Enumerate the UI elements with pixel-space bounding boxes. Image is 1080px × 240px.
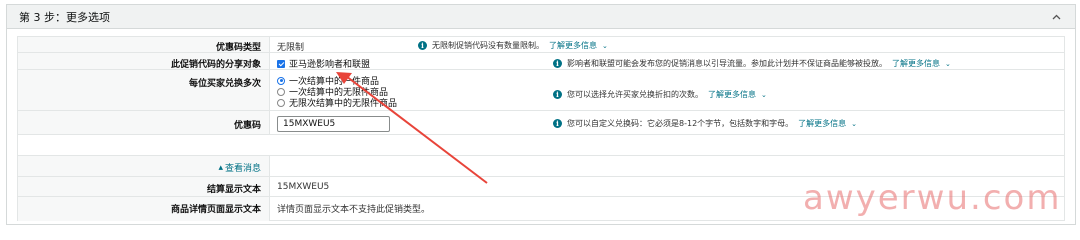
checkout-text-value: 15MXWEU5 bbox=[277, 182, 330, 192]
show-less-toggle[interactable]: ▴ 查看消息 bbox=[218, 161, 261, 175]
info-icon: i bbox=[553, 119, 562, 128]
watermark: awyerwu.com bbox=[803, 178, 1062, 218]
coupon-type-value: 无限制 bbox=[277, 43, 305, 53]
coupon-code-label: 优惠码 bbox=[233, 121, 261, 131]
radio-option-unlimited-checkouts[interactable]: 无限次结算中的无限件商品 bbox=[277, 96, 397, 109]
info-icon: i bbox=[418, 41, 427, 50]
show-less-row: ▴ 查看消息 bbox=[18, 156, 1064, 177]
checkout-text-label: 结算显示文本 bbox=[206, 185, 261, 195]
spacer-row bbox=[18, 135, 1064, 156]
share-target-help: i 影响者和联盟可能会发布您的促销消息以引导流量。参加此计划并不保证商品能够被投… bbox=[553, 58, 951, 69]
coupon-code-row: 优惠码 15MXWEU5 i 您可以自定义兑换码：它必须是8-12个字节，包括数… bbox=[18, 111, 1064, 135]
share-target-row: 此促销代码的分享对象 亚马逊影响者和联盟 i 影响者和联盟可能会发布您的促销消息… bbox=[18, 53, 1064, 70]
coupon-type-row: 优惠码类型 无限制 i 无限制促销代码没有数量限制。 了解更多信息 ⌄ bbox=[18, 37, 1064, 53]
learn-more-link[interactable]: 了解更多信息 bbox=[892, 58, 940, 69]
coupon-code-input[interactable]: 15MXWEU5 bbox=[277, 116, 390, 132]
show-less-label[interactable]: 查看消息 bbox=[225, 161, 261, 174]
influencer-checkbox-label[interactable]: 亚马逊影响者和联盟 bbox=[289, 57, 370, 70]
checkbox-checked-icon[interactable] bbox=[277, 59, 285, 68]
redeem-limit-label: 每位买家兑换多次 bbox=[188, 79, 261, 89]
radio-unselected-icon[interactable] bbox=[277, 98, 285, 107]
learn-more-link[interactable]: 了解更多信息 bbox=[798, 118, 846, 129]
redeem-limit-help: i 您可以选择允许买家兑换折扣的次数。 了解更多信息 ⌄ bbox=[553, 89, 767, 100]
chevron-down-icon[interactable]: ⌄ bbox=[945, 60, 951, 68]
learn-more-link[interactable]: 了解更多信息 bbox=[708, 89, 756, 100]
step-header[interactable]: 第 3 步：更多选项 bbox=[7, 5, 1075, 29]
learn-more-link[interactable]: 了解更多信息 bbox=[549, 40, 597, 51]
chevron-down-icon[interactable]: ⌄ bbox=[851, 120, 857, 128]
coupon-type-help: i 无限制促销代码没有数量限制。 了解更多信息 ⌄ bbox=[418, 40, 608, 51]
chevron-up-icon[interactable] bbox=[1049, 10, 1063, 24]
radio-unselected-icon[interactable] bbox=[277, 87, 285, 96]
chevron-down-icon[interactable]: ⌄ bbox=[602, 42, 608, 50]
redeem-limit-row: 每位买家兑换多次 一次结算中的一件商品 一次结算中的无限件商品 无限次结算中的无… bbox=[18, 70, 1064, 111]
share-target-label: 此促销代码的分享对象 bbox=[170, 60, 261, 70]
coupon-type-help-text: 无限制促销代码没有数量限制。 bbox=[432, 41, 544, 50]
redeem-limit-help-text: 您可以选择允许买家兑换折扣的次数。 bbox=[567, 90, 703, 99]
caret-up-icon[interactable]: ▴ bbox=[218, 163, 223, 173]
radio-option-label[interactable]: 无限次结算中的无限件商品 bbox=[289, 96, 397, 109]
coupon-type-label: 优惠码类型 bbox=[215, 43, 261, 53]
coupon-code-help-text: 您可以自定义兑换码：它必须是8-12个字节，包括数字和字母。 bbox=[567, 119, 794, 128]
share-target-help-text: 影响者和联盟可能会发布您的促销消息以引导流量。参加此计划并不保证商品能够被投放。 bbox=[567, 59, 887, 68]
info-icon: i bbox=[553, 59, 562, 68]
radio-selected-icon[interactable] bbox=[277, 76, 285, 85]
step-title: 第 3 步：更多选项 bbox=[19, 10, 110, 24]
detail-page-text-label: 商品详情页面显示文本 bbox=[170, 205, 261, 215]
info-icon: i bbox=[553, 90, 562, 99]
chevron-down-icon[interactable]: ⌄ bbox=[761, 91, 767, 99]
detail-page-text-value: 详情页面显示文本不支持此促销类型。 bbox=[277, 205, 431, 215]
coupon-code-help: i 您可以自定义兑换码：它必须是8-12个字节，包括数字和字母。 了解更多信息 … bbox=[553, 118, 857, 129]
influencer-checkbox[interactable]: 亚马逊影响者和联盟 bbox=[277, 57, 370, 70]
